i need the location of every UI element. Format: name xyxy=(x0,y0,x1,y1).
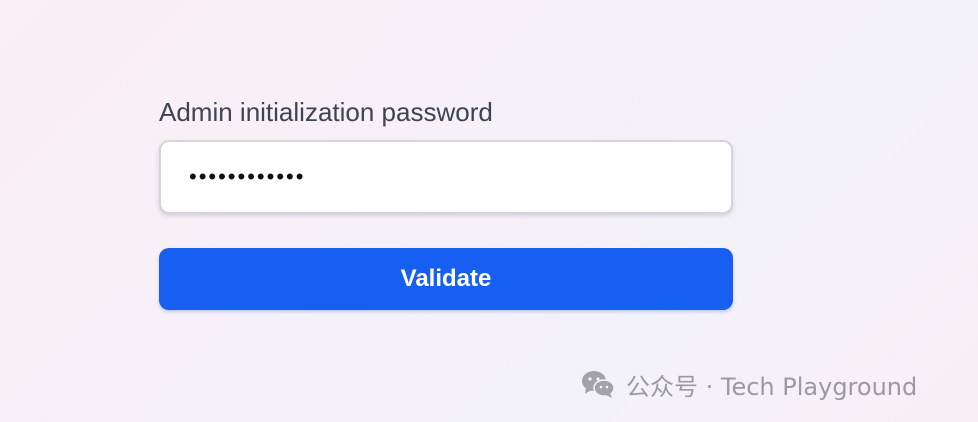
password-field-label: Admin initialization password xyxy=(159,97,493,127)
wechat-icon xyxy=(582,371,615,398)
admin-password-input[interactable] xyxy=(159,140,733,214)
admin-init-form: Admin initialization password Validate xyxy=(159,92,733,310)
watermark: 公众号 · Tech Playground xyxy=(580,366,917,402)
validate-button[interactable]: Validate xyxy=(159,248,733,310)
watermark-text: 公众号 · Tech Playground xyxy=(626,372,918,401)
